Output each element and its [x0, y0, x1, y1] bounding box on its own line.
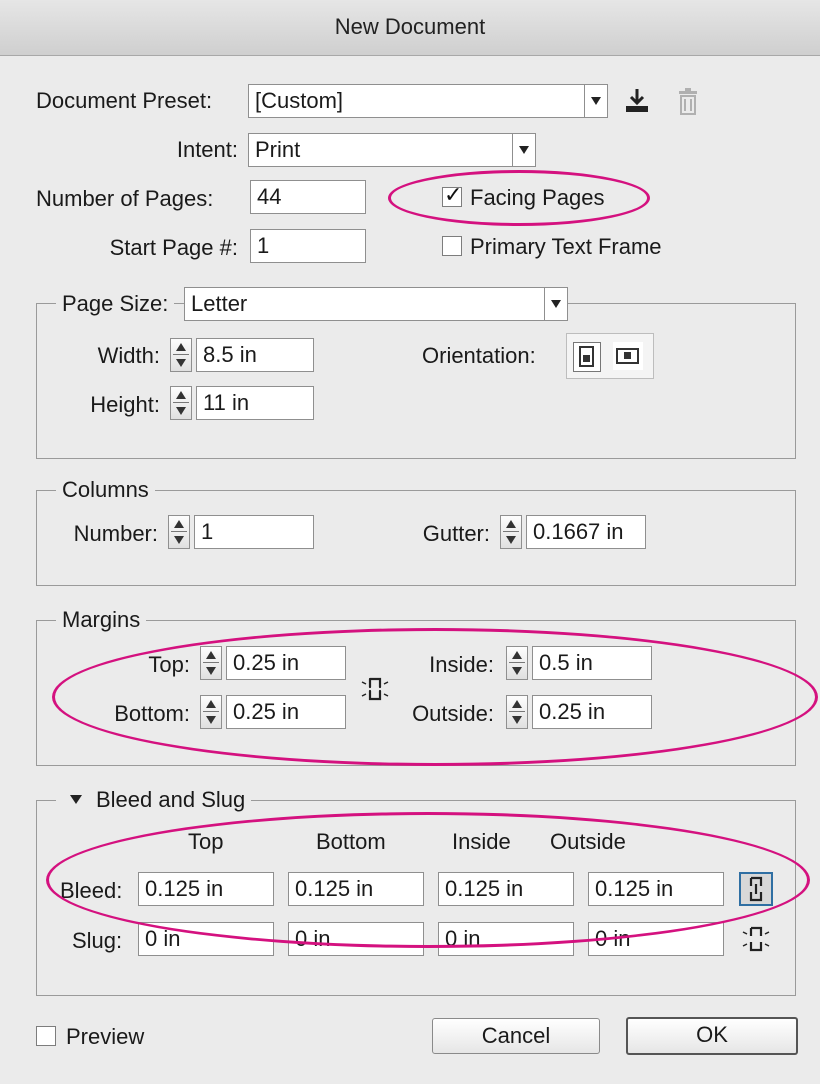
- primary-text-frame-label: Primary Text Frame: [470, 234, 662, 259]
- save-preset-icon[interactable]: [622, 86, 652, 116]
- bleed-col-bottom: Bottom: [316, 829, 386, 854]
- preview-checkbox[interactable]: [36, 1026, 56, 1046]
- margin-bottom-label: Bottom:: [114, 701, 190, 726]
- preview-label: Preview: [66, 1024, 145, 1049]
- start-page-label: Start Page #:: [109, 235, 238, 260]
- margin-top-label: Top:: [148, 652, 190, 677]
- page-size-select[interactable]: Letter: [184, 287, 568, 321]
- height-stepper[interactable]: [170, 386, 192, 420]
- page-size-label: Page Size:: [56, 291, 175, 317]
- new-document-dialog: New Document Document Preset: [Custom] I…: [0, 0, 820, 1084]
- disclosure-triangle-icon: [70, 795, 82, 805]
- margin-outside-label: Outside:: [412, 701, 494, 726]
- margin-outside-stepper[interactable]: [506, 695, 528, 729]
- document-preset-select[interactable]: [Custom]: [248, 84, 608, 118]
- margin-top-stepper[interactable]: [200, 646, 222, 680]
- portrait-icon[interactable]: [573, 342, 601, 372]
- width-field[interactable]: 8.5 in: [196, 338, 314, 372]
- bleed-outside-field[interactable]: 0.125 in: [588, 872, 724, 906]
- intent-value: Print: [255, 137, 301, 162]
- bleed-slug-header[interactable]: Bleed and Slug: [56, 787, 252, 813]
- gutter-field[interactable]: 0.1667 in: [526, 515, 646, 549]
- intent-label: Intent:: [176, 137, 238, 162]
- margin-inside-stepper[interactable]: [506, 646, 528, 680]
- bleed-inside-field[interactable]: 0.125 in: [438, 872, 574, 906]
- intent-select[interactable]: Print: [248, 133, 536, 167]
- columns-legend: Columns: [56, 477, 155, 503]
- link-slug-icon[interactable]: [741, 924, 771, 954]
- facing-pages-label: Facing Pages: [470, 185, 605, 210]
- margin-top-field[interactable]: 0.25 in: [226, 646, 346, 680]
- height-label: Height:: [90, 392, 160, 417]
- margins-legend: Margins: [56, 607, 147, 633]
- slug-outside-field[interactable]: 0 in: [588, 922, 724, 956]
- slug-inside-field[interactable]: 0 in: [438, 922, 574, 956]
- margin-bottom-stepper[interactable]: [200, 695, 222, 729]
- link-margins-icon[interactable]: [360, 676, 390, 702]
- document-preset-value: [Custom]: [255, 88, 344, 113]
- width-stepper[interactable]: [170, 338, 192, 372]
- slug-label: Slug:: [72, 928, 123, 953]
- height-field[interactable]: 11 in: [196, 386, 314, 420]
- bleed-col-outside: Outside: [550, 829, 626, 854]
- ok-button[interactable]: OK: [626, 1017, 798, 1055]
- document-preset-label: Document Preset:: [36, 88, 213, 113]
- landscape-icon[interactable]: [613, 342, 643, 370]
- bleed-top-field[interactable]: 0.125 in: [138, 872, 274, 906]
- orientation-toggle: [566, 333, 654, 379]
- columns-number-label: Number:: [73, 521, 158, 546]
- facing-pages-checkbox[interactable]: ✓: [442, 182, 462, 207]
- number-of-pages-field[interactable]: 44: [250, 180, 366, 214]
- bleed-slug-legend: Bleed and Slug: [96, 787, 246, 812]
- slug-bottom-field[interactable]: 0 in: [288, 922, 424, 956]
- margin-inside-field[interactable]: 0.5 in: [532, 646, 652, 680]
- margins-group: [36, 620, 796, 766]
- window-title: New Document: [334, 14, 486, 39]
- margin-bottom-field[interactable]: 0.25 in: [226, 695, 346, 729]
- page-size-value: Letter: [191, 291, 248, 316]
- columns-number-field[interactable]: 1: [194, 515, 314, 549]
- bleed-label: Bleed:: [60, 878, 123, 903]
- bleed-col-inside: Inside: [452, 829, 511, 854]
- number-of-pages-label: Number of Pages:: [36, 186, 214, 211]
- chevron-down-icon: [544, 288, 567, 320]
- chevron-down-icon: [512, 134, 535, 166]
- checkmark-icon: ✓: [444, 182, 463, 207]
- chevron-down-icon: [584, 85, 607, 117]
- cancel-button[interactable]: Cancel: [432, 1018, 600, 1054]
- link-bleed-icon[interactable]: [739, 872, 773, 906]
- slug-top-field[interactable]: 0 in: [138, 922, 274, 956]
- gutter-stepper[interactable]: [500, 515, 522, 549]
- columns-number-stepper[interactable]: [168, 515, 190, 549]
- primary-text-frame-checkbox[interactable]: [442, 236, 462, 256]
- margin-outside-field[interactable]: 0.25 in: [532, 695, 652, 729]
- start-page-field[interactable]: 1: [250, 229, 366, 263]
- gutter-label: Gutter:: [422, 521, 490, 546]
- orientation-label: Orientation:: [422, 343, 536, 368]
- bleed-col-top: Top: [188, 829, 224, 854]
- title-bar[interactable]: New Document: [0, 0, 820, 56]
- margin-inside-label: Inside:: [429, 652, 494, 677]
- bleed-bottom-field[interactable]: 0.125 in: [288, 872, 424, 906]
- page-size-group: [36, 303, 796, 459]
- trash-icon: [676, 88, 700, 116]
- width-label: Width:: [97, 343, 160, 368]
